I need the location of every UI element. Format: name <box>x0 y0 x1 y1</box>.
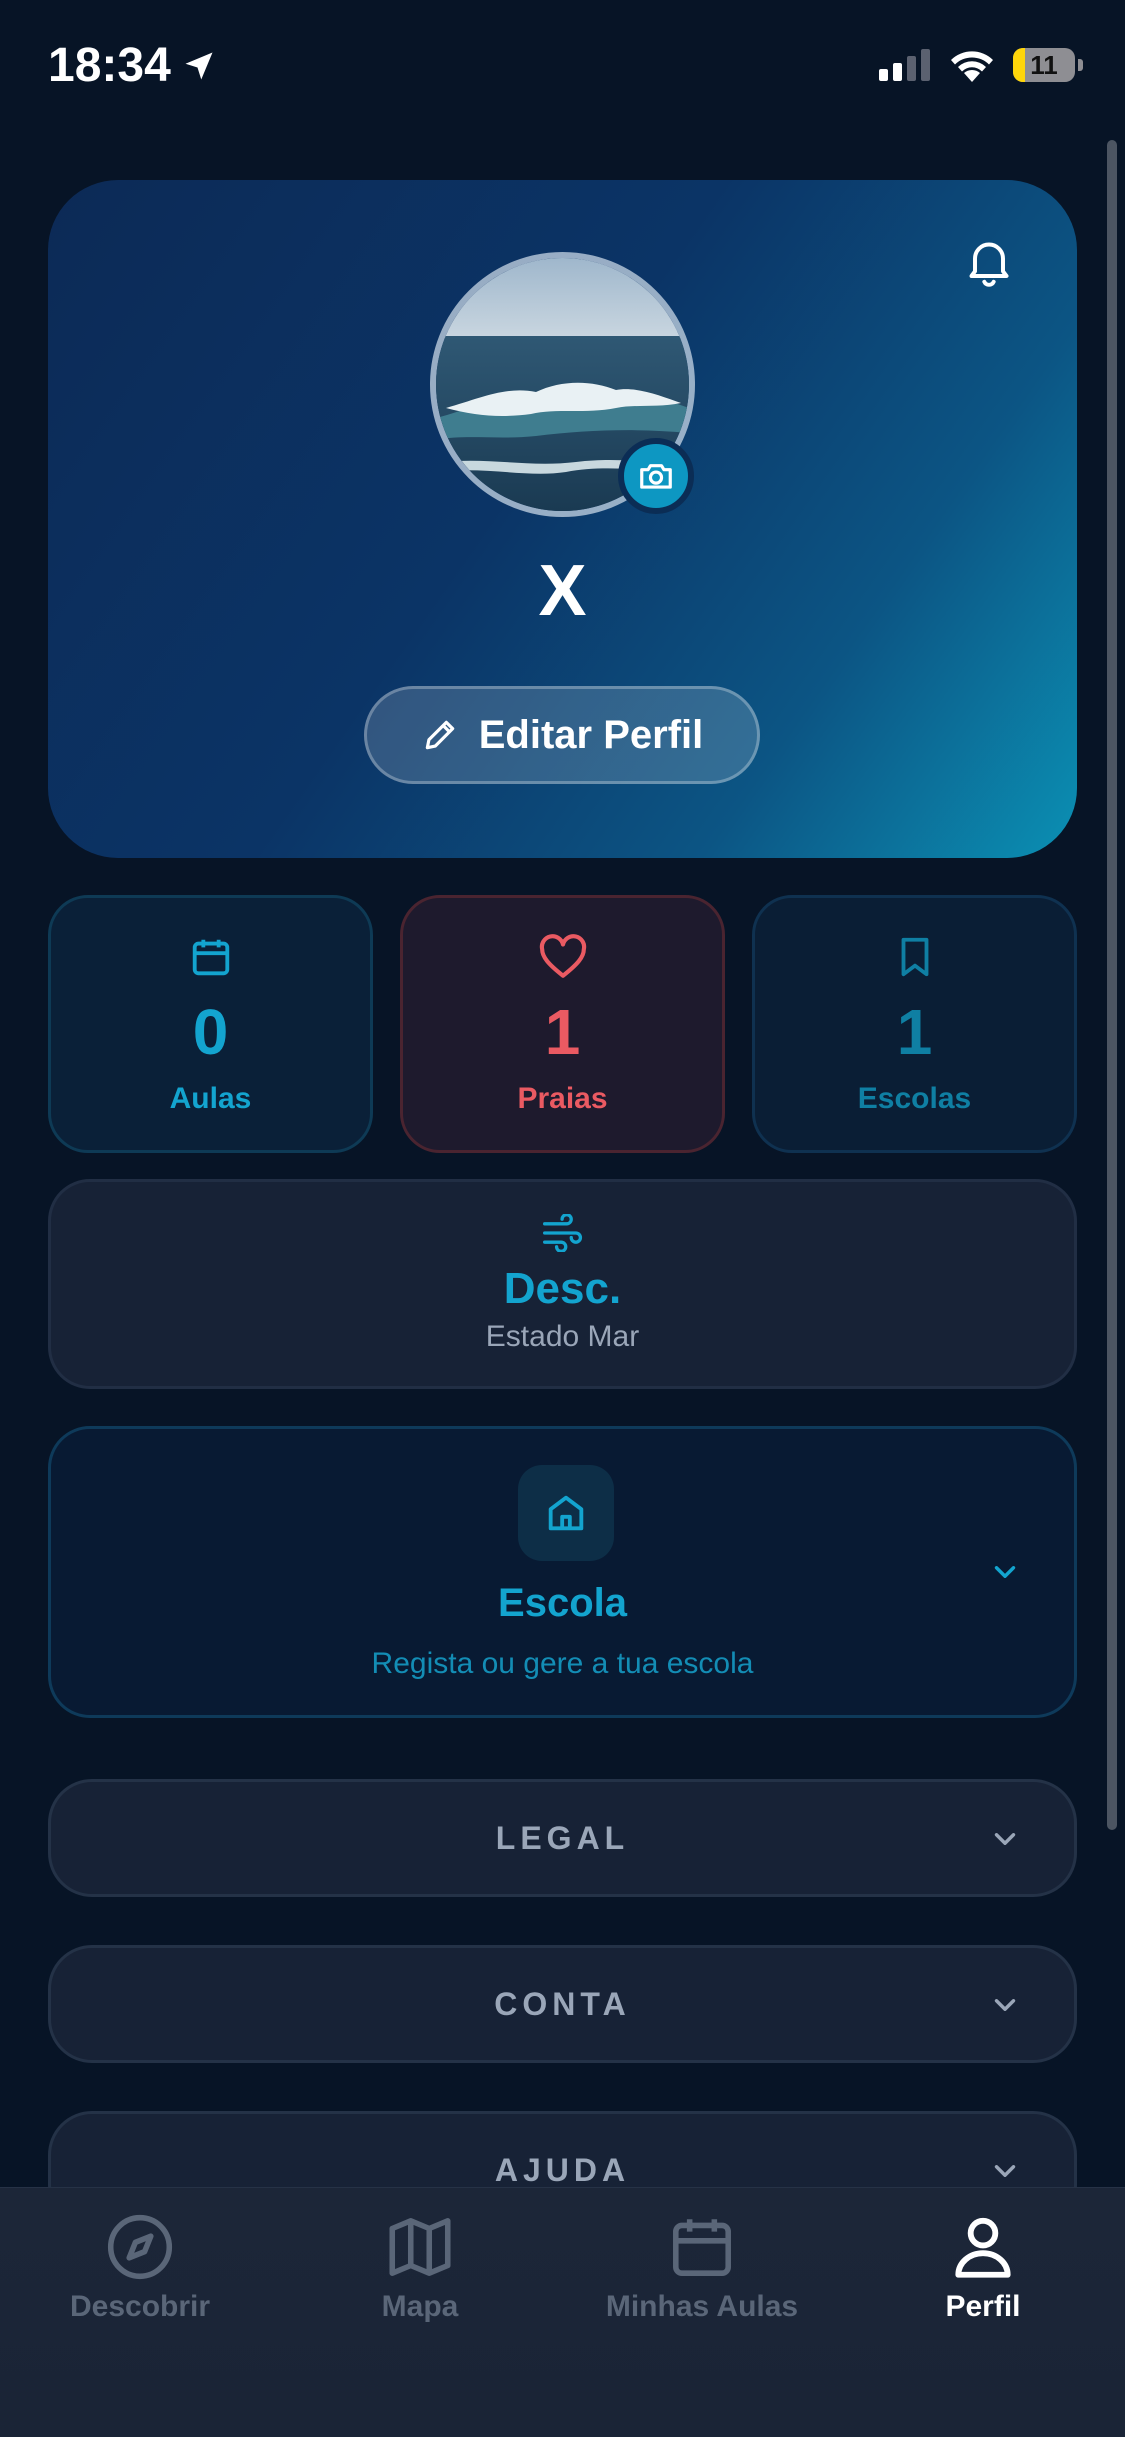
edit-profile-label: Editar Perfil <box>478 712 704 757</box>
status-indicators: 11 <box>879 48 1083 82</box>
tab-descobrir[interactable]: Descobrir <box>0 2210 280 2324</box>
stat-card-escolas[interactable]: 1 Escolas <box>752 895 1077 1153</box>
battery-icon: 11 <box>1013 48 1075 82</box>
sea-state-value: Desc. <box>503 1264 622 1313</box>
avatar-container[interactable] <box>430 252 695 517</box>
heart-icon <box>539 934 586 978</box>
section-legal[interactable]: LEGAL <box>48 1779 1077 1897</box>
stat-card-praias[interactable]: 1 Praias <box>400 895 725 1153</box>
tab-mapa[interactable]: Mapa <box>280 2210 560 2324</box>
tab-descobrir-label: Descobrir <box>69 2290 211 2323</box>
location-arrow-icon <box>185 52 213 79</box>
change-photo-button[interactable] <box>618 438 694 514</box>
status-time-text: 18:34 <box>48 39 171 92</box>
tab-perfil-label: Perfil <box>945 2290 1021 2323</box>
stat-card-aulas[interactable]: 0 Aulas <box>48 895 373 1153</box>
status-time: 18:34 <box>48 38 217 93</box>
profile-header-card: X Editar Perfil <box>48 180 1077 858</box>
wind-icon <box>542 1214 582 1252</box>
profile-username: X <box>538 551 587 631</box>
stat-escolas-label: Escolas <box>857 1082 972 1115</box>
battery-cap <box>1078 59 1083 71</box>
calendar-icon <box>192 939 229 976</box>
edit-profile-button[interactable]: Editar Perfil <box>364 686 760 784</box>
sea-state-label: Estado Mar <box>485 1320 640 1353</box>
school-icon-tile <box>518 1465 614 1561</box>
bookmark-icon <box>901 937 928 977</box>
section-conta[interactable]: CONTA <box>48 1945 1077 2063</box>
school-title: Escola <box>498 1581 627 1625</box>
school-subtitle: Regista ou gere a tua escola <box>371 1647 754 1680</box>
tab-minhas-aulas-label: Minhas Aulas <box>605 2290 799 2323</box>
stat-escolas-value: 1 <box>896 996 933 1068</box>
scrollbar[interactable] <box>1107 140 1117 1830</box>
home-icon <box>548 1495 584 1531</box>
user-icon <box>955 2217 1011 2278</box>
camera-icon <box>640 464 672 489</box>
tab-bar: Descobrir Mapa Minhas Aulas Perfil <box>0 2187 1125 2437</box>
tab-perfil[interactable]: Perfil <box>843 2210 1123 2324</box>
stat-praias-value: 1 <box>544 996 581 1068</box>
sea-state-card[interactable]: Desc. Estado Mar <box>48 1179 1077 1389</box>
stat-praias-label: Praias <box>517 1082 608 1115</box>
map-icon <box>389 2218 451 2276</box>
chevron-down-icon <box>994 1833 1016 1845</box>
wifi-icon <box>951 51 993 82</box>
section-conta-title: CONTA <box>494 1985 631 2022</box>
pencil-icon <box>425 720 454 750</box>
battery-level: 11 <box>1030 49 1058 80</box>
chevron-down-icon <box>994 2165 1016 2177</box>
bell-icon[interactable] <box>961 234 1017 290</box>
chevron-down-icon[interactable] <box>988 1555 1022 1589</box>
calendar-icon <box>673 2219 731 2276</box>
section-legal-title: LEGAL <box>495 1819 630 1856</box>
chevron-down-icon <box>994 1999 1016 2011</box>
school-card[interactable]: Escola Regista ou gere a tua escola <box>48 1426 1077 1718</box>
tab-mapa-label: Mapa <box>381 2290 459 2323</box>
stat-aulas-label: Aulas <box>169 1082 252 1115</box>
tab-minhas-aulas[interactable]: Minhas Aulas <box>562 2210 842 2324</box>
section-ajuda-title: AJUDA <box>494 2151 631 2188</box>
signal-icon <box>879 49 930 81</box>
stat-aulas-value: 0 <box>192 996 229 1068</box>
compass-icon <box>107 2214 173 2280</box>
